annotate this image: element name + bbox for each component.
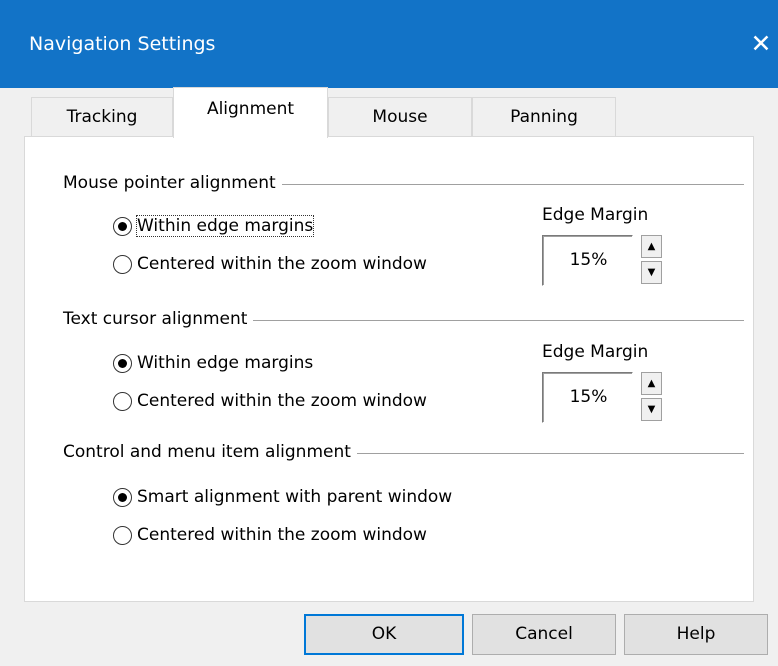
control-group-title: Control and menu item alignment	[63, 442, 357, 462]
control-radio-smart[interactable]: Smart alignment with parent window	[113, 487, 452, 507]
radio-checked-icon[interactable]	[113, 487, 132, 507]
text-group-title: Text cursor alignment	[63, 309, 254, 329]
radio-unchecked-icon[interactable]	[113, 525, 132, 545]
radio-label: Centered within the zoom window	[137, 525, 427, 545]
alignment-panel: Mouse pointer alignment Within edge marg…	[24, 136, 754, 602]
text-edge-margin-field[interactable]: 15%	[542, 372, 633, 423]
radio-checked-icon[interactable]	[113, 353, 132, 373]
text-edge-margin-label: Edge Margin	[542, 342, 649, 362]
tab-alignment[interactable]: Alignment	[173, 87, 328, 138]
tab-mouse[interactable]: Mouse	[328, 97, 472, 137]
radio-unchecked-icon[interactable]	[113, 391, 132, 411]
tab-panning[interactable]: Panning	[472, 97, 616, 137]
text-radio-edge-margins[interactable]: Within edge margins	[113, 353, 313, 373]
arrow-up-icon[interactable]: ▲	[641, 235, 662, 258]
mouse-edge-margin-label: Edge Margin	[542, 205, 649, 225]
radio-label: Smart alignment with parent window	[137, 487, 453, 507]
radio-checked-icon[interactable]	[113, 216, 132, 236]
close-icon[interactable]: ✕	[745, 24, 777, 64]
ok-button[interactable]: OK	[304, 614, 464, 655]
radio-label: Within edge margins	[135, 215, 315, 237]
control-radio-centered[interactable]: Centered within the zoom window	[113, 525, 427, 545]
text-radio-centered[interactable]: Centered within the zoom window	[113, 391, 427, 411]
arrow-down-icon[interactable]: ▼	[641, 398, 662, 421]
radio-label: Within edge margins	[137, 353, 314, 373]
radio-label: Centered within the zoom window	[137, 391, 427, 411]
edge-margin-value: 15%	[569, 387, 608, 407]
mouse-radio-edge-margins[interactable]: Within edge margins	[113, 215, 315, 237]
cancel-button[interactable]: Cancel	[472, 614, 616, 655]
mouse-group-title: Mouse pointer alignment	[63, 173, 282, 193]
tab-tracking[interactable]: Tracking	[31, 97, 173, 137]
help-button[interactable]: Help	[624, 614, 768, 655]
radio-label: Centered within the zoom window	[137, 254, 427, 274]
mouse-radio-centered[interactable]: Centered within the zoom window	[113, 254, 427, 274]
arrow-up-icon[interactable]: ▲	[641, 372, 662, 395]
title-bar: Navigation Settings ✕	[0, 0, 778, 88]
radio-unchecked-icon[interactable]	[113, 254, 132, 274]
arrow-down-icon[interactable]: ▼	[641, 261, 662, 284]
dialog-title: Navigation Settings	[29, 33, 216, 55]
edge-margin-value: 15%	[569, 250, 608, 270]
mouse-edge-margin-field[interactable]: 15%	[542, 235, 633, 286]
